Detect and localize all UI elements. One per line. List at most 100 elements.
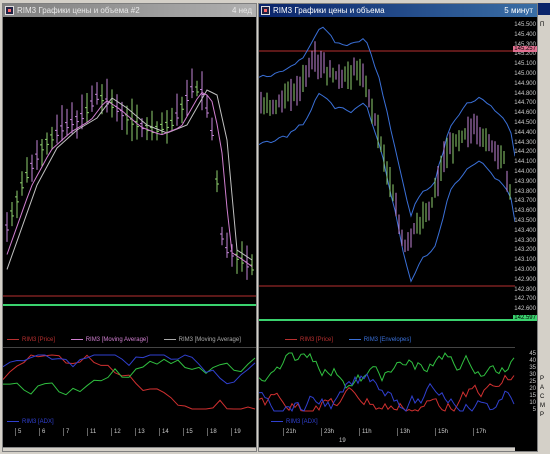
price-chart[interactable] — [3, 18, 256, 328]
adx-tick-label: 5 — [532, 407, 536, 413]
price-tick-label: 144.500 — [514, 120, 536, 126]
price-tick-label: 143.000 — [514, 267, 536, 273]
chart-window-icon — [5, 6, 14, 15]
adx-chart[interactable] — [259, 347, 515, 417]
price-tick-label: 142.900 — [514, 276, 536, 283]
price-axis: 145.500 145.400 145.300 145.200 145.100 145.0… — [513, 18, 537, 332]
time-tick-label: 23h — [321, 428, 334, 436]
side-item-0[interactable]: П — [538, 21, 550, 30]
side-item-1[interactable]: Р — [538, 375, 550, 384]
legend-ma2: RIM3 [Moving Average] — [164, 337, 241, 343]
price-tick-label: 144.300 — [514, 139, 536, 146]
adx-chart[interactable] — [3, 347, 256, 417]
window-title-bar[interactable]: RIM3 Графики цены и объема 5 минут — [259, 4, 537, 17]
time-tick-label: 5 — [15, 428, 21, 436]
chart-window-left[interactable]: RIM3 Графики цены и объема #2 4 нед RIM3… — [2, 3, 257, 452]
window-timeframe: 5 минут — [504, 6, 533, 15]
time-tick-label: 18 — [207, 428, 217, 436]
price-legend: RIM3 [Price] RIM3 [Moving Average] RIM3 … — [7, 335, 255, 345]
time-axis: 5 6 7 11 12 13 14 15 18 19 — [3, 428, 256, 436]
price-tick-label: 145.500 — [514, 22, 536, 28]
legend-ma1: RIM3 [Moving Average] — [71, 337, 148, 343]
adx-tick-label: 25 — [529, 379, 536, 385]
time-tick-label: 6 — [39, 428, 45, 436]
legend-envelopes: RIM3 [Envelopes] — [349, 337, 411, 343]
lower-price-badge: 142.597 — [513, 315, 537, 321]
adx-tick-label: 40 — [529, 358, 536, 364]
price-tick-label: 145.100 — [514, 61, 536, 68]
price-chart[interactable] — [259, 18, 515, 332]
adx-tick-label: 30 — [529, 372, 536, 378]
adx-tick-label: 15 — [529, 393, 536, 399]
adx-tick-label: 45 — [529, 351, 536, 357]
upper-price-badge: 145.257 — [513, 46, 537, 52]
side-item-3[interactable]: С — [538, 393, 550, 402]
time-tick-label: 13h — [397, 428, 410, 436]
price-tick-label: 143.600 — [514, 208, 536, 215]
price-tick-label: 143.900 — [514, 178, 536, 185]
price-tick-label: 144.700 — [514, 100, 536, 107]
price-tick-label: 142.700 — [514, 296, 536, 303]
side-item-4[interactable]: М — [538, 402, 550, 411]
window-timeframe: 4 нед — [231, 6, 252, 15]
time-tick-label: 11h — [359, 428, 372, 436]
price-tick-label: 143.700 — [514, 198, 536, 205]
side-item-2[interactable]: А — [538, 384, 550, 393]
price-tick-label: 144.400 — [514, 129, 536, 136]
moving-average-line — [6, 91, 253, 267]
price-tick-label: 145.000 — [514, 71, 536, 77]
price-tick-label: 143.200 — [514, 247, 536, 254]
time-tick-label: 17h — [473, 428, 486, 436]
legend-price: RIM3 [Price] — [7, 337, 55, 343]
time-tick-label: 15h — [435, 428, 448, 436]
price-tick-label: 144.000 — [514, 169, 536, 175]
window-title: RIM3 Графики цены и объема — [273, 6, 385, 15]
adx-legend: RIM3 [ADX] — [7, 417, 68, 427]
legend-adx: RIM3 [ADX] — [7, 419, 54, 425]
price-tick-label: 142.800 — [514, 286, 536, 293]
adx-legend: RIM3 [ADX] — [271, 417, 332, 427]
price-tick-label: 142.600 — [514, 306, 536, 313]
adx-line-green — [3, 357, 256, 396]
price-tick-label: 143.400 — [514, 227, 536, 234]
window-title-bar[interactable]: RIM3 Графики цены и объема #2 4 нед — [3, 4, 256, 17]
price-tick-label: 143.800 — [514, 188, 536, 195]
price-tick-label: 144.200 — [514, 149, 536, 156]
window-title: RIM3 Графики цены и объема #2 — [17, 6, 140, 15]
time-tick-label: 13 — [135, 428, 145, 436]
price-legend: RIM3 [Price] RIM3 [Envelopes] — [285, 335, 425, 345]
side-item-5[interactable]: Р — [538, 411, 550, 420]
time-tick-label: 21h — [283, 428, 296, 436]
price-tick-label: 145.400 — [514, 31, 536, 38]
price-tick-label: 144.600 — [514, 110, 536, 117]
adx-axis: 45 40 35 30 25 20 15 10 5 — [513, 349, 537, 419]
price-tick-label: 145.200 — [514, 51, 536, 58]
legend-price: RIM3 [Price] — [285, 337, 333, 343]
adx-tick-label: 20 — [529, 386, 536, 392]
side-panel[interactable]: П Р А С М Р — [538, 3, 550, 452]
time-tick-label: 15 — [183, 428, 193, 436]
date-label: 19 — [339, 438, 346, 444]
chart-window-right[interactable]: RIM3 Графики цены и объема 5 минут 145.5… — [258, 3, 538, 452]
adx-line-red — [3, 354, 256, 410]
price-tick-label: 143.100 — [514, 257, 536, 264]
chart-window-icon — [261, 6, 270, 15]
price-tick-label: 143.500 — [514, 218, 536, 224]
adx-line-blue — [3, 354, 256, 385]
horizontal-scrollbar[interactable] — [3, 447, 256, 451]
price-tick-label: 144.900 — [514, 80, 536, 87]
time-tick-label: 14 — [159, 428, 169, 436]
time-tick-label: 11 — [87, 428, 96, 436]
adx-line-green — [259, 352, 515, 389]
price-tick-label: 143.300 — [514, 237, 536, 244]
adx-tick-label: 35 — [529, 365, 536, 371]
horizontal-scrollbar[interactable] — [259, 447, 515, 451]
price-tick-label: 144.100 — [514, 159, 536, 166]
price-tick-label: 144.800 — [514, 90, 536, 97]
time-tick-label: 7 — [63, 428, 69, 436]
time-tick-label: 12 — [111, 428, 121, 436]
legend-adx: RIM3 [ADX] — [271, 419, 318, 425]
side-panel-title-bar[interactable] — [538, 3, 550, 15]
time-tick-label: 19 — [231, 428, 241, 436]
time-axis: 21h 23h 11h 13h 15h 17h — [259, 428, 515, 436]
